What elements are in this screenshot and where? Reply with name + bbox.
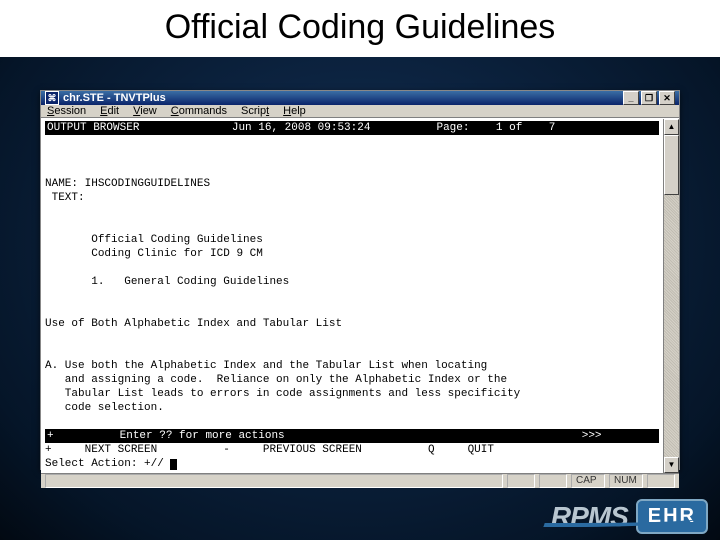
menu-script[interactable]: ScriptScript xyxy=(241,105,269,117)
term-footer-hint: + Enter ?? for more actions >>> xyxy=(45,429,659,443)
status-panel-2 xyxy=(539,474,567,488)
scroll-thumb[interactable] xyxy=(664,135,679,195)
prompt-value[interactable]: +// xyxy=(144,458,164,470)
menu-help[interactable]: HelpHelp xyxy=(283,105,306,117)
scrollbar[interactable]: ▲ ▼ xyxy=(663,119,679,473)
status-panel-1 xyxy=(507,474,535,488)
brand-footer: RPMS EHR xyxy=(551,499,708,534)
body-line-1: Official Coding Guidelines xyxy=(91,234,263,246)
terminal-window: ⌘ chr.STE - TNVTPlus _ ❐ ✕ SSessionessio… xyxy=(40,90,680,470)
term-header: OUTPUT BROWSER Jun 16, 2008 09:53:24 Pag… xyxy=(45,121,659,135)
cursor-icon xyxy=(170,459,177,470)
body-line-3: 1. General Coding Guidelines xyxy=(91,276,289,288)
prompt-label: Select Action: xyxy=(45,458,137,470)
menu-view[interactable]: ViewView xyxy=(133,105,157,117)
scroll-down-button[interactable]: ▼ xyxy=(664,457,679,473)
status-panel-main xyxy=(45,474,503,488)
menubar: SSessionession EditEdit ViewView Command… xyxy=(41,105,679,118)
scroll-track[interactable] xyxy=(664,135,679,457)
body-line-2: Coding Clinic for ICD 9 CM xyxy=(91,248,263,260)
minimize-button[interactable]: _ xyxy=(623,91,639,105)
status-cap: CAP xyxy=(571,474,605,488)
status-num: NUM xyxy=(609,474,643,488)
slide-title: Official Coding Guidelines xyxy=(0,0,720,57)
name-label: NAME: xyxy=(45,178,78,190)
section-header: Use of Both Alphabetic Index and Tabular… xyxy=(45,318,342,330)
titlebar[interactable]: ⌘ chr.STE - TNVTPlus _ ❐ ✕ xyxy=(41,91,679,105)
text-label: TEXT: xyxy=(52,192,85,204)
menu-commands[interactable]: CommandsCommands xyxy=(171,105,227,117)
scroll-up-button[interactable]: ▲ xyxy=(664,119,679,135)
restore-button[interactable]: ❐ xyxy=(641,91,657,105)
status-panel-5 xyxy=(647,474,675,488)
app-icon: ⌘ xyxy=(45,91,59,105)
menu-edit[interactable]: EditEdit xyxy=(100,105,119,117)
para-a-3: Tabular List leads to errors in code ass… xyxy=(45,388,520,400)
close-button[interactable]: ✕ xyxy=(659,91,675,105)
name-value: IHSCODINGGUIDELINES xyxy=(85,178,210,190)
para-a-4: code selection. xyxy=(45,402,164,414)
nav-row: + NEXT SCREEN - PREVIOUS SCREEN Q QUIT xyxy=(45,444,494,456)
rpms-logo: RPMS xyxy=(551,501,628,533)
para-a-2: and assigning a code. Reliance on only t… xyxy=(45,374,507,386)
window-title: chr.STE - TNVTPlus xyxy=(63,92,623,104)
menu-session[interactable]: SSessionession xyxy=(47,105,86,117)
statusbar: CAP NUM xyxy=(41,473,679,488)
para-a-1: A. Use both the Alphabetic Index and the… xyxy=(45,360,487,372)
terminal-output[interactable]: OUTPUT BROWSER Jun 16, 2008 09:53:24 Pag… xyxy=(41,119,663,473)
